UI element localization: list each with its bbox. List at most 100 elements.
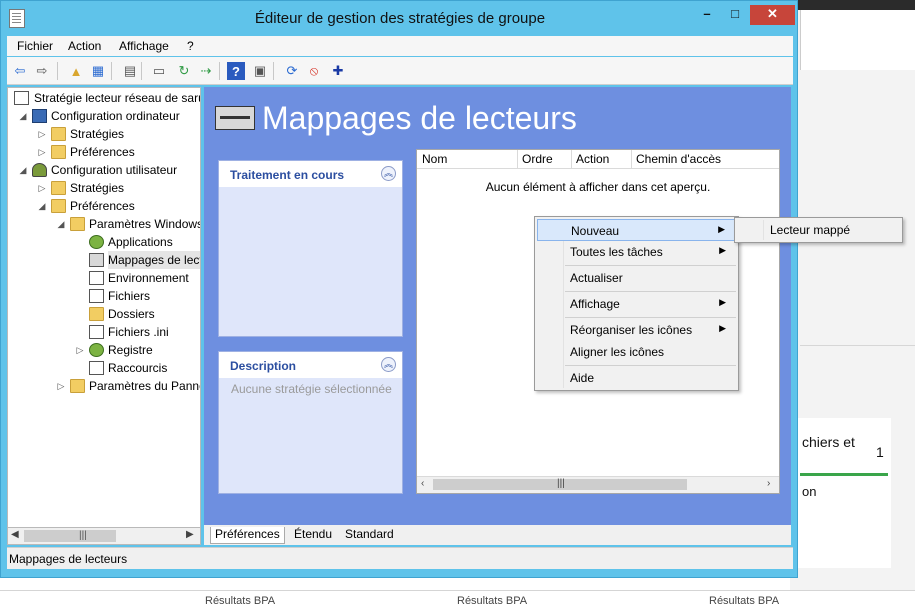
- tree-user-preferences[interactable]: ◢ Préférences: [8, 197, 200, 215]
- help-icon[interactable]: ?: [227, 62, 245, 80]
- description-body: Aucune stratégie sélectionnée: [231, 382, 392, 396]
- submenu-arrow-icon: ▶: [719, 245, 726, 255]
- menu-item-label: Nouveau: [571, 224, 620, 238]
- menu-item-new[interactable]: Nouveau ▶: [537, 219, 736, 241]
- drive-map-icon: [215, 106, 255, 130]
- background-tile-title: chiers et: [802, 434, 855, 450]
- refresh-icon[interactable]: ↻: [175, 62, 193, 80]
- menu-help[interactable]: ?: [187, 39, 194, 53]
- collapse-chevron-icon[interactable]: ︽: [381, 357, 396, 372]
- submenu-arrow-icon: ▶: [719, 323, 726, 333]
- title-bar[interactable]: Éditeur de gestion des stratégies de gro…: [1, 1, 799, 35]
- tree-control-panel-settings[interactable]: ▷ Paramètres du Panneau de configuration: [8, 377, 200, 395]
- close-button[interactable]: ✕: [750, 5, 795, 25]
- tree-root-policy[interactable]: Stratégie lecteur réseau de saruj: [8, 89, 200, 107]
- scrollbar-thumb[interactable]: |||: [24, 530, 116, 542]
- background-tile-subtitle: on: [802, 484, 817, 499]
- navigation-tree: Stratégie lecteur réseau de saruj ◢ Config…: [7, 87, 201, 545]
- tree-folders[interactable]: Dossiers: [8, 305, 200, 323]
- menu-item-line-up-icons[interactable]: Aligner les icônes: [537, 341, 736, 363]
- collapse-arrow-icon[interactable]: ◢: [56, 215, 66, 233]
- menu-item-help[interactable]: Aide: [537, 367, 736, 389]
- tree-windows-settings[interactable]: ◢ Paramètres Windows: [8, 215, 200, 233]
- tree-environment[interactable]: Environnement: [8, 269, 200, 287]
- forward-arrow-icon[interactable]: ⇨: [33, 62, 51, 80]
- tree-user-policies[interactable]: ▷ Stratégies: [8, 179, 200, 197]
- tree-item-label: Configuration ordinateur: [51, 109, 180, 123]
- tree-horizontal-scrollbar[interactable]: ◀ ||| ▶: [7, 527, 201, 545]
- collapse-arrow-icon[interactable]: ◢: [18, 161, 28, 179]
- folder-icon: [51, 181, 66, 195]
- expand-arrow-icon[interactable]: ▷: [37, 125, 47, 143]
- tab-preferences[interactable]: Préférences: [210, 527, 285, 544]
- document-icon: [89, 361, 104, 375]
- stop-icon[interactable]: ⦸: [305, 62, 323, 80]
- menu-item-arrange-icons[interactable]: Réorganiser les icônes ▶: [537, 319, 736, 341]
- expand-arrow-icon[interactable]: ▷: [56, 377, 66, 395]
- expand-arrow-icon[interactable]: ▷: [75, 341, 85, 359]
- menu-file[interactable]: Fichier: [17, 39, 53, 53]
- back-arrow-icon[interactable]: ⇦: [11, 62, 29, 80]
- tree-item-label: Préférences: [70, 145, 135, 159]
- minimize-button[interactable]: –: [694, 5, 720, 25]
- maximize-button[interactable]: □: [722, 5, 748, 25]
- tree-applications[interactable]: Applications: [8, 233, 200, 251]
- column-order[interactable]: Ordre: [522, 152, 553, 166]
- background-bpa-label: Résultats BPA: [709, 595, 780, 607]
- minimize-icon: –: [703, 6, 711, 21]
- tree-registry[interactable]: ▷ Registre: [8, 341, 200, 359]
- menu-item-refresh[interactable]: Actualiser: [537, 267, 736, 289]
- collapse-chevron-icon[interactable]: ︽: [381, 166, 396, 181]
- tree-computer-config[interactable]: ◢ Configuration ordinateur: [8, 107, 200, 125]
- grip-icon: |||: [557, 478, 565, 489]
- folder-icon: [89, 307, 104, 321]
- column-divider[interactable]: [631, 150, 632, 168]
- tree-computer-preferences[interactable]: ▷ Préférences: [8, 143, 200, 161]
- tree-drive-maps[interactable]: Mappages de lecteurs: [8, 251, 200, 269]
- drive-icon: [89, 253, 104, 267]
- new-submenu: Lecteur mappé: [734, 217, 903, 243]
- menu-item-view[interactable]: Affichage ▶: [537, 293, 736, 315]
- submenu-arrow-icon: ▶: [718, 224, 725, 234]
- tab-standard[interactable]: Standard: [341, 527, 398, 543]
- tree-files[interactable]: Fichiers: [8, 287, 200, 305]
- add-icon[interactable]: ✚: [329, 62, 347, 80]
- description-header[interactable]: Description ︽: [219, 352, 402, 378]
- properties-icon[interactable]: ▣: [251, 62, 269, 80]
- column-path[interactable]: Chemin d'accès: [636, 152, 721, 166]
- tree-shortcuts[interactable]: Raccourcis: [8, 359, 200, 377]
- collapse-arrow-icon[interactable]: ◢: [37, 197, 47, 215]
- up-folder-icon[interactable]: ▲: [67, 62, 85, 80]
- collapse-arrow-icon[interactable]: ◢: [18, 107, 28, 125]
- expand-arrow-icon[interactable]: ▷: [37, 179, 47, 197]
- list-column-header: Nom Ordre Action Chemin d'accès: [417, 150, 779, 169]
- expand-arrow-icon[interactable]: ▷: [37, 143, 47, 161]
- export-list-icon[interactable]: ⇢: [197, 62, 215, 80]
- menu-item-label: Affichage: [570, 297, 620, 311]
- menu-item-label: Aligner les icônes: [570, 345, 665, 359]
- clipboard-icon[interactable]: ▤: [121, 62, 139, 80]
- sync-icon[interactable]: ⟳: [283, 62, 301, 80]
- column-divider[interactable]: [517, 150, 518, 168]
- list-horizontal-scrollbar[interactable]: ‹ ||| ›: [417, 476, 779, 493]
- column-divider[interactable]: [571, 150, 572, 168]
- scroll-right-icon[interactable]: ▶: [186, 529, 194, 540]
- scroll-right-icon[interactable]: ›: [767, 478, 770, 489]
- column-action[interactable]: Action: [576, 152, 609, 166]
- tree-item-label: Raccourcis: [108, 361, 168, 375]
- print-icon[interactable]: ▭: [150, 62, 168, 80]
- menu-item-mapped-drive[interactable]: Lecteur mappé: [737, 220, 900, 240]
- tree-computer-policies[interactable]: ▷ Stratégies: [8, 125, 200, 143]
- scroll-left-icon[interactable]: ‹: [421, 478, 424, 489]
- column-name[interactable]: Nom: [422, 152, 447, 166]
- scroll-left-icon[interactable]: ◀: [11, 529, 19, 540]
- processing-header[interactable]: Traitement en cours ︽: [219, 161, 402, 187]
- menu-view[interactable]: Affichage: [119, 39, 169, 53]
- menu-item-all-tasks[interactable]: Toutes les tâches ▶: [537, 241, 736, 263]
- tab-extended[interactable]: Étendu: [290, 527, 336, 543]
- show-hide-tree-icon[interactable]: ▦: [89, 62, 107, 80]
- tree-ini-files[interactable]: Fichiers .ini: [8, 323, 200, 341]
- tree-item-label: Registre: [108, 343, 153, 357]
- tree-user-config[interactable]: ◢ Configuration utilisateur: [8, 161, 200, 179]
- menu-action[interactable]: Action: [68, 39, 101, 53]
